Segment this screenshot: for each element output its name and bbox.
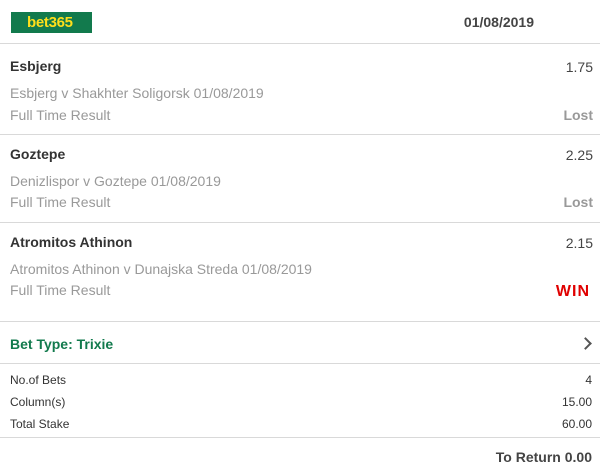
summary-label: Column(s)	[10, 395, 66, 409]
selection-odds: 2.25	[565, 147, 593, 163]
selection-row: Esbjerg 1.75 Esbjerg v Shakhter Soligors…	[0, 45, 600, 135]
selection-name: Atromitos Athinon	[10, 234, 133, 250]
selection-result: Lost	[563, 194, 593, 210]
chevron-right-icon[interactable]	[579, 337, 592, 350]
selection-odds: 2.15	[565, 235, 593, 251]
selection-result: WIN	[555, 283, 590, 300]
selection-market: Full Time Result	[10, 282, 111, 298]
summary-row: No.of Bets 4	[0, 370, 600, 390]
summary-value: 4	[585, 373, 592, 387]
logo-text: bet365	[27, 14, 73, 31]
bet-type-label: Bet Type: Trixie	[10, 336, 114, 352]
summary-value: 15.00	[561, 395, 592, 409]
summary-row: Total Stake 60.00	[0, 414, 600, 434]
selection-market: Full Time Result	[10, 107, 111, 123]
bet365-logo: bet365	[11, 12, 92, 33]
selection-market: Full Time Result	[10, 194, 111, 210]
summary-label: Total Stake	[10, 417, 70, 431]
bet-type-row[interactable]: Bet Type: Trixie	[0, 322, 600, 364]
selection-event: Atromitos Athinon v Dunajska Streda 01/0…	[10, 261, 312, 277]
selection-result: Lost	[563, 107, 593, 123]
summary-label: No.of Bets	[10, 373, 67, 387]
bet-header: bet365 01/08/2019	[0, 0, 600, 44]
selection-event: Denizlispor v Goztepe 01/08/2019	[10, 173, 221, 189]
summary-value: 60.00	[561, 417, 592, 431]
selection-event: Esbjerg v Shakhter Soligorsk 01/08/2019	[10, 85, 264, 101]
header-date: 01/08/2019	[463, 14, 534, 30]
selection-name: Goztepe	[10, 146, 66, 162]
selection-name: Esbjerg	[10, 58, 62, 74]
bet-summary: No.of Bets 4 Column(s) 15.00 Total Stake…	[0, 364, 600, 438]
selection-row: Atromitos Athinon 2.15 Atromitos Athinon…	[0, 223, 600, 322]
selection-odds: 1.75	[565, 59, 593, 75]
summary-row: Column(s) 15.00	[0, 392, 600, 412]
selection-row: Goztepe 2.25 Denizlispor v Goztepe 01/08…	[0, 135, 600, 223]
to-return-total: To Return 0.00	[495, 449, 592, 465]
